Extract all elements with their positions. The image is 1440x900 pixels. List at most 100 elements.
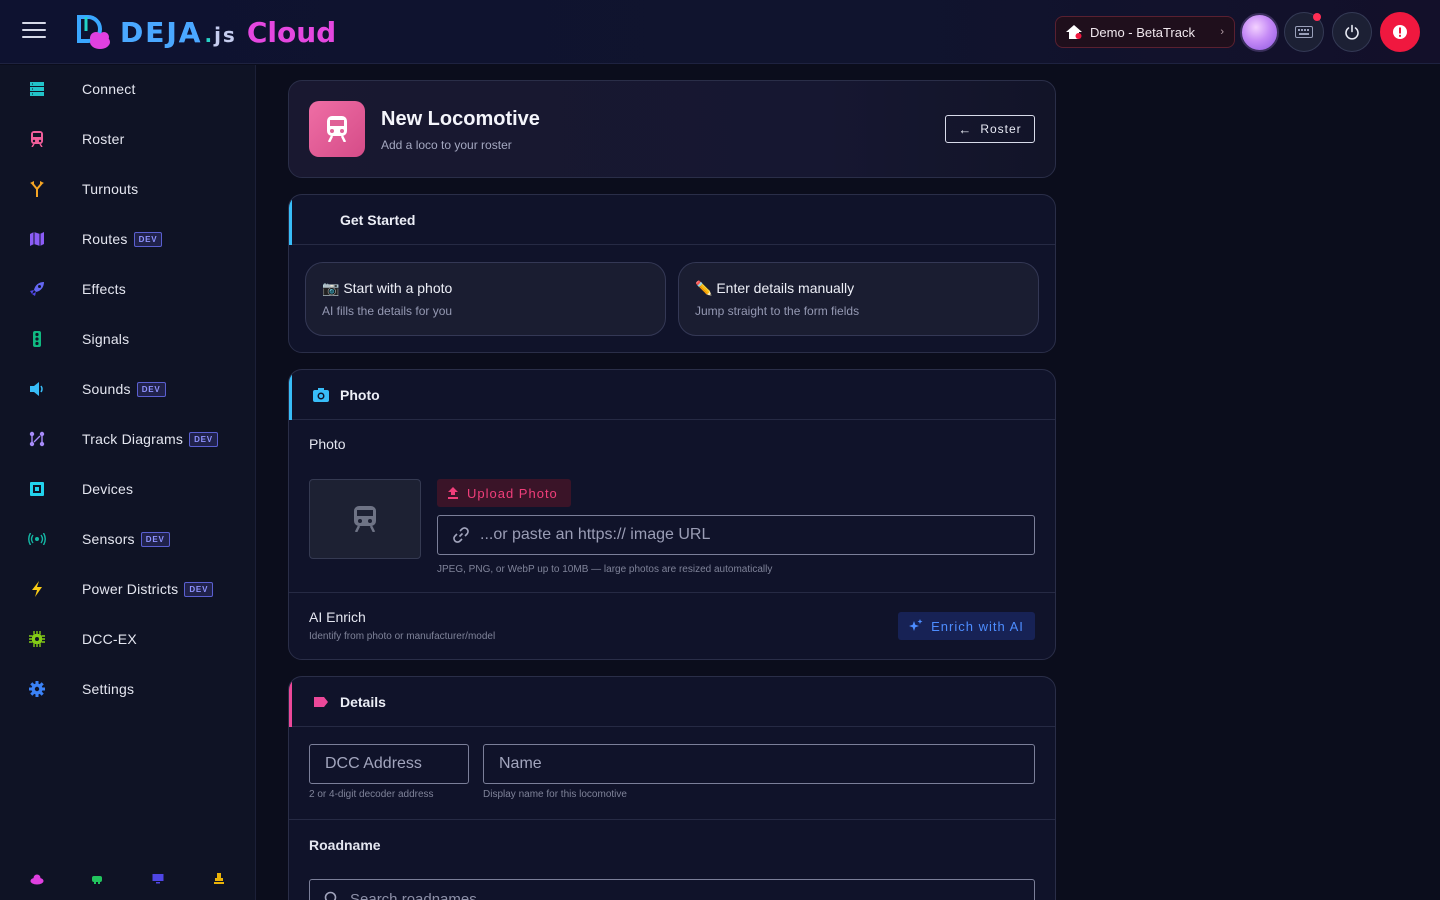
app-header: DEJA .js Cloud Demo - BetaTrack › <box>0 0 1440 64</box>
power-button[interactable] <box>1332 12 1372 52</box>
layout-name: Demo - BetaTrack <box>1090 24 1195 40</box>
locomotive-icon <box>309 101 365 157</box>
dev-badge: DEV <box>133 232 163 247</box>
tour-app-icon[interactable] <box>213 872 227 886</box>
chevron-right-icon: › <box>1220 26 1224 38</box>
throttle-app-icon[interactable] <box>91 872 105 886</box>
rocket-icon <box>28 280 46 298</box>
dev-badge: DEV <box>184 582 214 597</box>
pencil-icon: ✏️ <box>695 280 713 296</box>
section-header: Get Started <box>289 195 1055 245</box>
photo-card: Photo Photo Upload Photo JPEG, PNG, or W… <box>288 369 1056 660</box>
graph-icon <box>28 430 46 448</box>
menu-icon[interactable] <box>22 22 46 42</box>
image-url-input[interactable] <box>480 526 1020 544</box>
home-icon <box>1066 25 1082 39</box>
logo-js-text: js <box>214 22 237 47</box>
search-icon <box>324 891 337 900</box>
name-field[interactable] <box>483 744 1035 784</box>
sidebar-item-roster[interactable]: Roster <box>0 115 255 163</box>
gear-icon <box>28 680 46 698</box>
image-url-field[interactable] <box>437 515 1035 555</box>
sidebar-item-label: Signals <box>82 331 130 347</box>
sidebar-item-text: Sensors <box>82 531 135 547</box>
enrich-with-ai-button[interactable]: Enrich with AI <box>898 612 1035 640</box>
option-title-text: Enter details manually <box>716 280 855 296</box>
option-subtitle: AI fills the details for you <box>322 304 453 318</box>
sidebar-item-text: Routes <box>82 231 128 247</box>
divider <box>289 592 1055 593</box>
sidebar-item-signals[interactable]: Signals <box>0 315 255 363</box>
arrow-left-icon: ← <box>958 121 973 137</box>
divider <box>289 819 1055 820</box>
section-accent <box>289 677 292 727</box>
sidebar-item-label: Settings <box>82 681 135 697</box>
section-title: Photo <box>340 387 380 403</box>
sidebar-item-track-diagrams[interactable]: Track Diagrams DEV <box>0 415 255 463</box>
sidebar-item-label: Devices <box>82 481 134 497</box>
roadname-label: Roadname <box>309 837 381 853</box>
logo-deja: DEJA <box>120 15 203 49</box>
avatar[interactable] <box>1240 13 1279 52</box>
traffic-light-icon <box>28 330 46 348</box>
tag-icon <box>314 697 328 707</box>
sidebar-item-sounds[interactable]: Sounds DEV <box>0 365 255 413</box>
app-logo[interactable]: DEJA .js Cloud <box>76 14 336 50</box>
broadcast-icon <box>28 530 46 548</box>
get-started-card: Get Started 📷 Start with a photo AI fill… <box>288 194 1056 353</box>
sidebar-item-turnouts[interactable]: Turnouts <box>0 165 255 213</box>
sidebar-item-effects[interactable]: Effects <box>0 265 255 313</box>
sidebar-item-label: Track Diagrams DEV <box>82 431 218 447</box>
back-to-roster-button[interactable]: ← Roster <box>945 115 1035 143</box>
name-hint: Display name for this locomotive <box>483 789 627 800</box>
emergency-stop-button[interactable] <box>1380 12 1420 52</box>
sidebar-item-label: Turnouts <box>82 181 139 197</box>
logo-cloud: Cloud <box>246 15 337 49</box>
dcc-address-input[interactable] <box>325 755 468 773</box>
sidebar-item-devices[interactable]: Devices <box>0 465 255 513</box>
cloud-app-icon[interactable] <box>30 872 44 886</box>
section-header: Details <box>289 677 1055 727</box>
sidebar-item-power-districts[interactable]: Power Districts DEV <box>0 565 255 613</box>
option-title: 📷 Start with a photo <box>322 280 452 297</box>
option-title-text: Start with a photo <box>343 280 453 296</box>
sidebar-item-sensors[interactable]: Sensors DEV <box>0 515 255 563</box>
power-icon <box>1345 24 1359 40</box>
section-header: Photo <box>289 370 1055 420</box>
sidebar-item-label: Sensors DEV <box>82 531 170 547</box>
name-input[interactable] <box>499 755 1034 773</box>
dcc-address-hint: 2 or 4-digit decoder address <box>309 789 434 800</box>
sidebar-item-label: Power Districts DEV <box>82 581 214 597</box>
notification-dot <box>1313 13 1321 21</box>
keyboard-button[interactable] <box>1284 12 1324 52</box>
upload-photo-label: Upload Photo <box>467 485 558 501</box>
cpu-icon <box>28 630 46 648</box>
ai-enrich-title: AI Enrich <box>309 609 366 625</box>
sidebar-item-connect[interactable]: Connect <box>0 65 255 113</box>
start-with-photo-option[interactable]: 📷 Start with a photo AI fills the detail… <box>305 262 666 336</box>
sidebar-item-dcc-ex[interactable]: DCC-EX <box>0 615 255 663</box>
layout-selector[interactable]: Demo - BetaTrack › <box>1055 16 1235 48</box>
sidebar-item-label: Roster <box>82 131 125 147</box>
keyboard-icon <box>1295 26 1313 38</box>
photo-field-label: Photo <box>309 436 346 452</box>
sidebar-item-label: Routes DEV <box>82 231 163 247</box>
sidebar-item-routes[interactable]: Routes DEV <box>0 215 255 263</box>
app-switcher <box>0 872 255 888</box>
sidebar-item-label: Effects <box>82 281 126 297</box>
details-card: Details 2 or 4-digit decoder address Dis… <box>288 676 1056 900</box>
section-title: Details <box>340 694 386 710</box>
upload-photo-button[interactable]: Upload Photo <box>437 479 571 507</box>
dcc-address-field[interactable] <box>309 744 469 784</box>
photo-preview <box>309 479 421 559</box>
enter-manually-option[interactable]: ✏️ Enter details manually Jump straight … <box>678 262 1039 336</box>
sidebar-item-label: Connect <box>82 81 136 97</box>
roadname-search-input[interactable] <box>350 890 950 900</box>
monitor-app-icon[interactable] <box>152 872 166 886</box>
logo-js: .js <box>204 22 237 47</box>
sidebar-item-settings[interactable]: Settings <box>0 665 255 713</box>
train-icon <box>28 130 46 148</box>
logo-mark-icon <box>76 14 112 50</box>
roadname-search-field[interactable] <box>309 879 1035 900</box>
option-subtitle: Jump straight to the form fields <box>695 304 860 318</box>
